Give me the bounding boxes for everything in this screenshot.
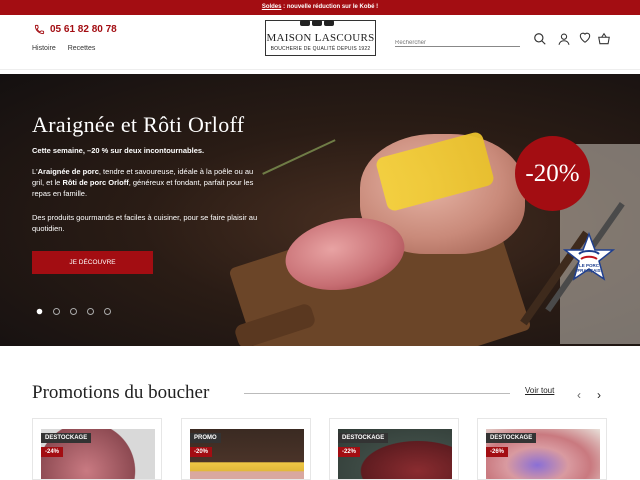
site-header: 05 61 82 80 78 Histoire Recettes MAISON … — [0, 15, 640, 70]
product-card[interactable]: DESTOCKAGE -24% — [32, 418, 162, 480]
next-arrow-icon[interactable]: › — [597, 388, 601, 402]
product-card[interactable]: DESTOCKAGE -26% — [477, 418, 607, 480]
basket-icon[interactable] — [597, 32, 611, 46]
main-nav: Histoire Recettes — [32, 45, 95, 52]
logo-name: MAISON LASCOURS — [266, 32, 375, 44]
hero-banner: Araignée et Rôti Orloff Cette semaine, –… — [0, 74, 640, 346]
carousel-dot-2[interactable] — [53, 308, 60, 315]
discount-label: -24% — [41, 447, 64, 457]
herb-garnish — [262, 139, 354, 214]
hero-paragraph-1: L'Araignée de porc, tendre et savoureuse… — [32, 167, 254, 198]
discover-button[interactable]: JE DÉCOUVRE — [32, 251, 153, 274]
search-input[interactable] — [395, 36, 520, 50]
discount-label: -20% — [190, 447, 213, 457]
product-tag: DESTOCKAGE — [338, 433, 389, 443]
product-tag: PROMO — [190, 433, 221, 443]
discount-badge: -20% — [515, 136, 590, 211]
carousel-dot-1[interactable] — [36, 308, 43, 315]
carousel-dot-4[interactable] — [87, 308, 94, 315]
discount-label: -26% — [486, 447, 509, 457]
search-icon[interactable] — [533, 32, 547, 46]
hero-paragraph-2: Des produits gourmands et faciles à cuis… — [32, 213, 258, 233]
le-porc-francais-logo: LE PORC FRANÇAIS — [563, 232, 615, 281]
product-tag: DESTOCKAGE — [486, 433, 537, 443]
carousel-dot-5[interactable] — [104, 308, 111, 315]
product-tag: DESTOCKAGE — [41, 433, 92, 443]
divider — [244, 393, 510, 394]
site-logo[interactable]: MAISON LASCOURS BOUCHERIE DE QUALITÉ DEP… — [265, 20, 376, 56]
cattle-icons — [300, 20, 334, 26]
heart-icon[interactable] — [578, 30, 592, 44]
announcement-bar: Soldes : nouvelle réduction sur le Kobé … — [0, 0, 640, 15]
nav-item-recettes[interactable]: Recettes — [68, 45, 96, 52]
phone-number: 05 61 82 80 78 — [50, 24, 117, 35]
prev-arrow-icon[interactable]: ‹ — [577, 388, 581, 402]
search-box — [395, 31, 520, 50]
phone-icon — [34, 24, 45, 35]
svg-text:FRANÇAIS: FRANÇAIS — [577, 268, 600, 273]
sales-link[interactable]: Soldes — [262, 4, 282, 10]
discount-label: -22% — [338, 447, 361, 457]
logo-tagline: BOUCHERIE DE QUALITÉ DEPUIS 1922 — [270, 46, 371, 52]
nav-item-histoire[interactable]: Histoire — [32, 45, 56, 52]
hero-subtitle: Cette semaine, –20 % sur deux incontourn… — [32, 146, 205, 155]
announcement-text: : nouvelle réduction sur le Kobé ! — [281, 4, 379, 10]
carousel-dot-3[interactable] — [70, 308, 77, 315]
hero-title: Araignée et Rôti Orloff — [32, 112, 245, 137]
phone-contact[interactable]: 05 61 82 80 78 — [34, 24, 117, 35]
see-all-link[interactable]: Voir tout — [525, 386, 554, 395]
product-card[interactable]: DESTOCKAGE -22% — [329, 418, 459, 480]
product-card[interactable]: PROMO -20% — [181, 418, 311, 480]
promotions-title: Promotions du boucher — [32, 382, 210, 403]
user-icon[interactable] — [557, 32, 571, 46]
carousel-dots — [36, 308, 111, 315]
